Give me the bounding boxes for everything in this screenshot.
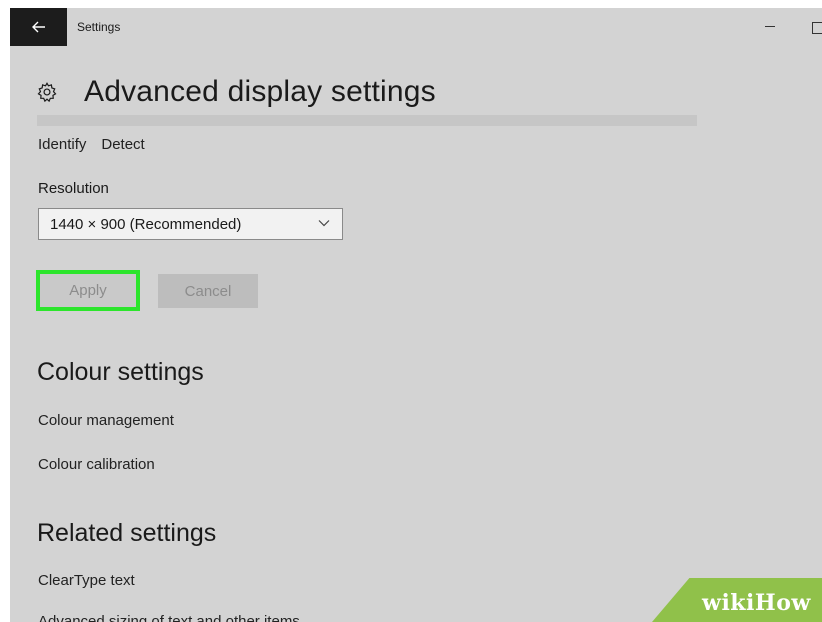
cleartype-text-link[interactable]: ClearType text [38, 572, 135, 589]
page-header: Advanced display settings [36, 72, 436, 112]
app-title: Settings [77, 20, 121, 34]
colour-management-link[interactable]: Colour management [38, 412, 174, 429]
title-bar: Settings [10, 8, 822, 46]
back-arrow-icon [31, 21, 45, 33]
related-settings-heading: Related settings [37, 519, 217, 547]
wikihow-watermark: wikiHow [702, 590, 811, 616]
apply-button[interactable]: Apply [36, 270, 140, 311]
cancel-button[interactable]: Cancel [158, 274, 258, 308]
settings-window: Settings Advanced display settings Ident… [10, 8, 822, 622]
maximize-button[interactable] [812, 22, 822, 34]
colour-settings-heading: Colour settings [37, 358, 204, 386]
back-button[interactable] [10, 8, 67, 46]
monitor-arrangement-area[interactable] [37, 115, 697, 126]
resolution-value: 1440 × 900 (Recommended) [50, 215, 242, 233]
advanced-sizing-link[interactable]: Advanced sizing of text and other items [38, 613, 300, 622]
identify-link[interactable]: Identify [38, 136, 86, 153]
resolution-dropdown[interactable]: 1440 × 900 (Recommended) [38, 208, 343, 240]
minimize-button[interactable] [762, 16, 778, 36]
resolution-label: Resolution [38, 180, 109, 197]
page-title: Advanced display settings [84, 75, 436, 108]
display-actions: Identify Detect [38, 136, 145, 153]
chevron-down-icon [318, 220, 330, 227]
detect-link[interactable]: Detect [101, 136, 144, 153]
gear-icon [37, 82, 57, 103]
minimize-icon [765, 25, 775, 27]
colour-calibration-link[interactable]: Colour calibration [38, 456, 155, 473]
